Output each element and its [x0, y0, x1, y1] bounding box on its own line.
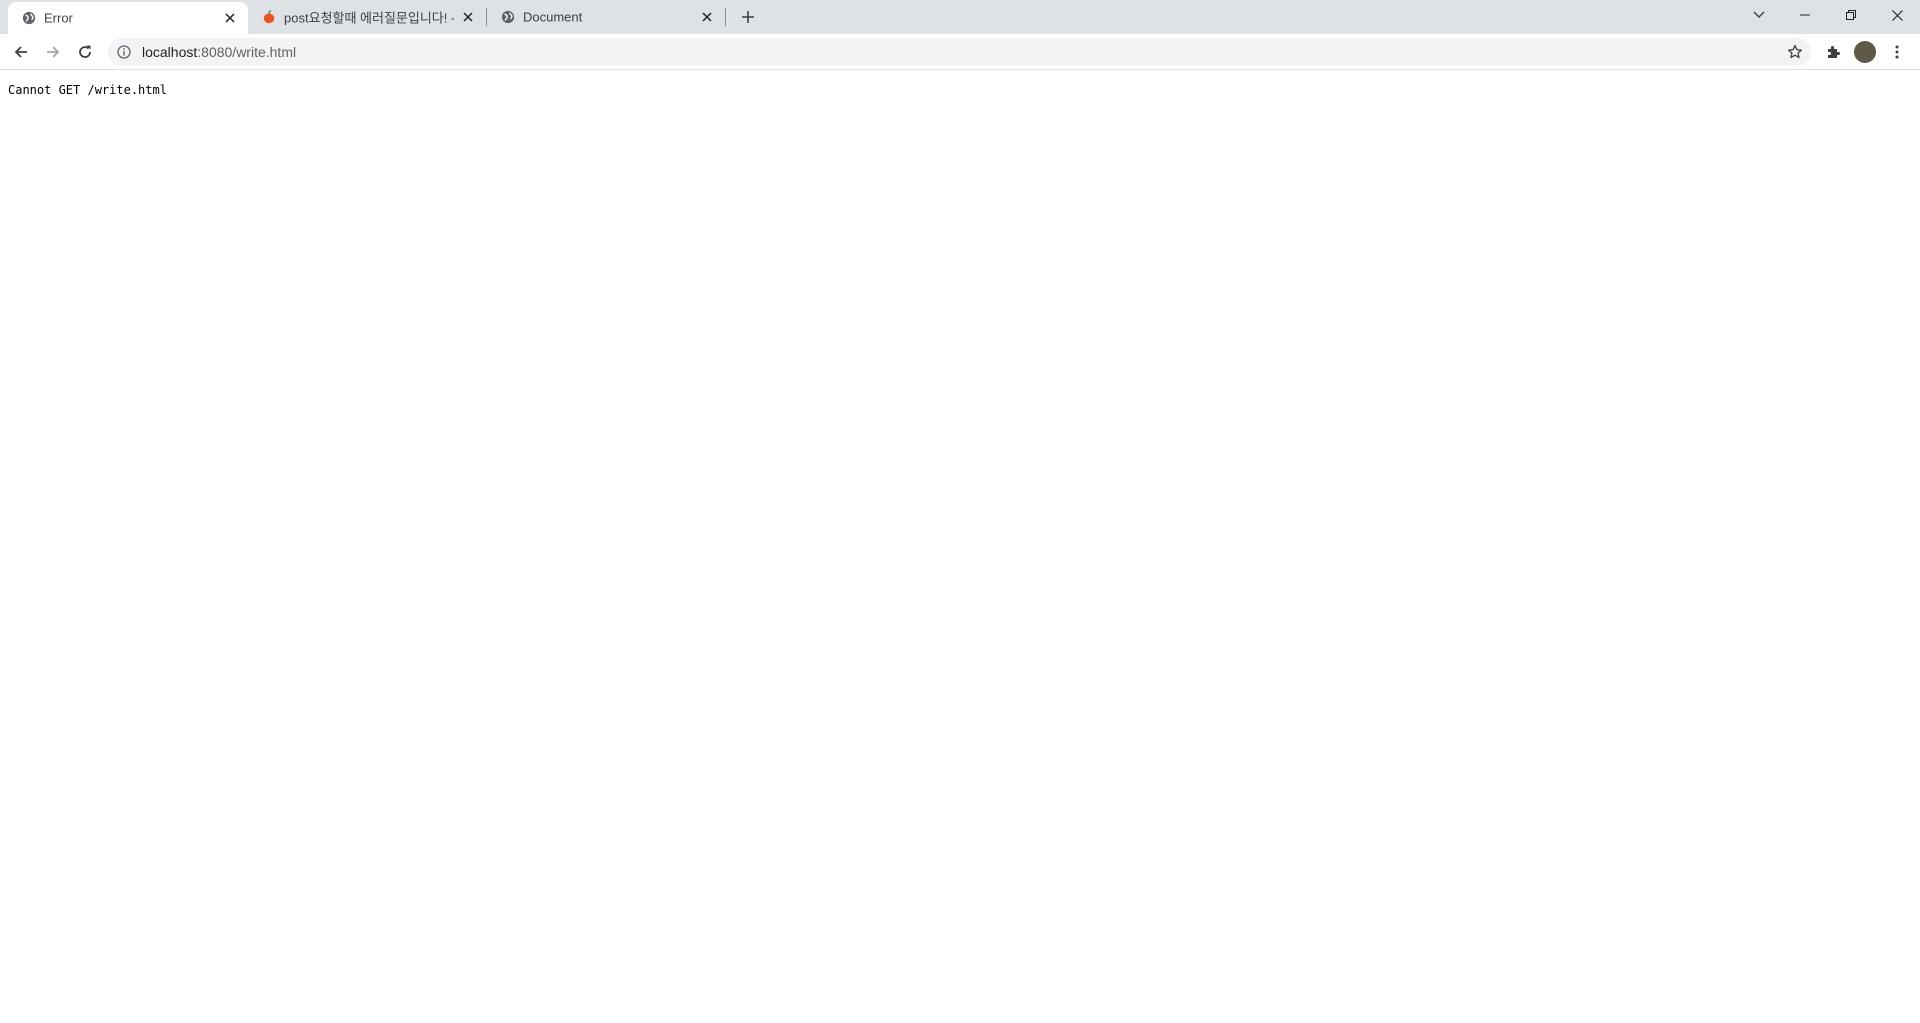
close-icon[interactable] [222, 10, 238, 26]
minimize-icon [1800, 14, 1810, 16]
tab-strip: Error post요청할때 에러질문입니다! - Document [0, 0, 1920, 34]
star-icon[interactable] [1787, 44, 1803, 60]
close-icon [1891, 9, 1903, 21]
error-message: Cannot GET /write.html [8, 83, 167, 97]
chevron-down-icon [1753, 11, 1765, 18]
url-host: localhost [142, 44, 198, 60]
tab-title: Document [523, 9, 583, 25]
address-bar[interactable]: localhost:8080/write.html [108, 38, 1811, 66]
globe-icon [21, 10, 37, 26]
restore-icon [1846, 10, 1856, 20]
close-window-button[interactable] [1874, 0, 1920, 30]
arrow-left-icon [14, 46, 27, 58]
tab-error[interactable]: Error [8, 2, 248, 34]
reload-icon [79, 45, 91, 58]
profile-button[interactable] [1850, 37, 1880, 67]
restore-button[interactable] [1828, 0, 1874, 30]
page-content: Cannot GET /write.html [0, 71, 1920, 1023]
apple-icon [261, 9, 277, 25]
forward-button[interactable] [38, 37, 68, 67]
more-vert-icon [1895, 45, 1899, 59]
reload-button[interactable] [70, 37, 100, 67]
tab-title: Error [44, 10, 73, 26]
new-tab-button[interactable] [736, 5, 760, 29]
back-button[interactable] [6, 37, 36, 67]
avatar [1854, 41, 1876, 63]
puzzle-icon [1828, 46, 1840, 58]
close-icon[interactable] [460, 9, 476, 25]
extensions-button[interactable] [1818, 37, 1848, 67]
url-path: :8080/write.html [197, 44, 297, 60]
close-icon[interactable] [699, 9, 715, 25]
browser-toolbar: localhost:8080/write.html [0, 34, 1920, 70]
url-text[interactable]: localhost:8080/write.html [142, 44, 296, 60]
plus-icon [742, 11, 754, 23]
tab-document[interactable]: Document [487, 0, 725, 34]
menu-button[interactable] [1882, 37, 1912, 67]
tab-post-question[interactable]: post요청할때 에러질문입니다! - [248, 0, 486, 34]
tab-search-button[interactable] [1736, 0, 1782, 30]
arrow-right-icon [47, 46, 60, 58]
minimize-button[interactable] [1782, 0, 1828, 30]
info-icon[interactable] [116, 44, 132, 60]
tab-separator [725, 8, 726, 26]
globe-icon [500, 9, 516, 25]
tab-title: post요청할때 에러질문입니다! - [284, 10, 454, 26]
